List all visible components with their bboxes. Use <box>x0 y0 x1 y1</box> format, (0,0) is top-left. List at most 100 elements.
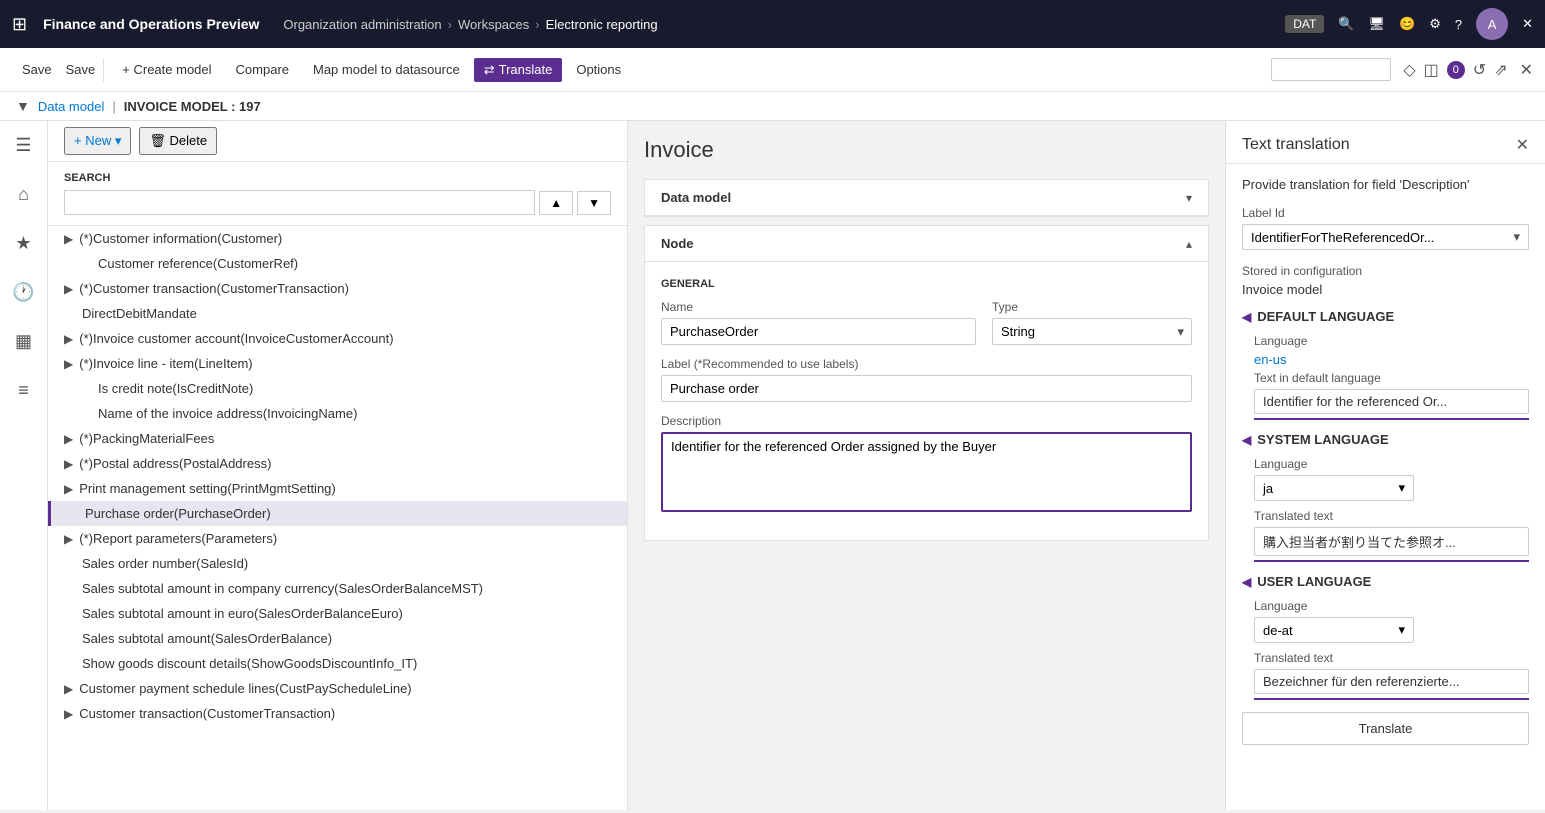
default-language-section-header[interactable]: ◀ DEFAULT LANGUAGE <box>1242 309 1529 324</box>
popup-icon[interactable]: ◫ <box>1424 60 1439 80</box>
toolbar-search-input[interactable] <box>1271 58 1391 81</box>
tree-item-invoicing-name[interactable]: Name of the invoice address(InvoicingNam… <box>48 401 627 426</box>
notification-badge[interactable]: 0 <box>1447 61 1465 79</box>
system-lang-label: Language <box>1254 457 1529 471</box>
env-badge: DAT <box>1285 15 1324 33</box>
tree-item-cust-payment-sched[interactable]: ▶ Customer payment schedule lines(CustPa… <box>48 676 627 701</box>
settings-icon[interactable]: ⚙ <box>1429 16 1441 32</box>
translate-submit-button[interactable]: Translate <box>1242 712 1529 745</box>
tree-item-sales-subtotal-euro[interactable]: Sales subtotal amount in euro(SalesOrder… <box>48 601 627 626</box>
type-select[interactable]: String <box>992 318 1192 345</box>
emoji-icon[interactable]: 😊 <box>1399 16 1415 32</box>
expand-icon[interactable]: ⇗ <box>1494 60 1507 80</box>
breadcrumb-org[interactable]: Organization administration <box>283 17 441 32</box>
help-icon[interactable]: ? <box>1455 17 1462 32</box>
name-input[interactable] <box>661 318 976 345</box>
tree-item-sales-order-number[interactable]: Sales order number(SalesId) <box>48 551 627 576</box>
user-language-body: Language de-at ▾ Translated text Bezeich… <box>1242 599 1529 700</box>
search-up-button[interactable]: ▲ <box>539 191 573 215</box>
search-icon[interactable]: 🔍 <box>1338 16 1354 32</box>
search-input[interactable] <box>64 190 535 215</box>
toolbar-separator-1 <box>103 58 104 82</box>
search-row: ▲ ▼ <box>64 190 611 215</box>
home-icon[interactable]: ⌂ <box>12 178 35 211</box>
tree-item-customer-ref[interactable]: Customer reference(CustomerRef) <box>48 251 627 276</box>
filter-icon[interactable]: ▼ <box>16 98 30 114</box>
default-lang-value[interactable]: en-us <box>1254 352 1529 367</box>
description-row: Description Identifier for the reference… <box>661 414 1192 512</box>
tree-item-customer-transaction[interactable]: ▶ (*)Customer transaction(CustomerTransa… <box>48 276 627 301</box>
expand-icon-customer-transaction: ▶ <box>64 282 73 296</box>
system-language-section-header[interactable]: ◀ SYSTEM LANGUAGE <box>1242 432 1529 447</box>
label-input[interactable] <box>661 375 1192 402</box>
close-window-icon[interactable]: ✕ <box>1522 16 1533 32</box>
user-lang-dropdown[interactable]: de-at ▾ <box>1254 617 1414 643</box>
pin-icon[interactable]: ◇ <box>1403 60 1415 80</box>
tree-item-show-goods[interactable]: Show goods discount details(ShowGoodsDis… <box>48 651 627 676</box>
breadcrumb-sep-1: › <box>448 17 452 32</box>
refresh-icon[interactable]: ↺ <box>1473 60 1486 80</box>
save-button[interactable]: Save <box>12 58 62 81</box>
search-section: SEARCH ▲ ▼ <box>48 162 627 226</box>
breadcrumb-workspaces[interactable]: Workspaces <box>458 17 529 32</box>
node-section-title: Node <box>661 236 694 251</box>
expand-icon-customer-transaction-2: ▶ <box>64 707 73 721</box>
create-model-button[interactable]: + Create model <box>112 58 221 81</box>
toolbar: Save Save + Create model Compare Map mod… <box>0 48 1545 92</box>
description-field: Description Identifier for the reference… <box>661 414 1192 512</box>
translation-panel-close-icon[interactable]: ✕ <box>1516 135 1529 155</box>
data-model-section-header[interactable]: Data model ▾ <box>645 180 1208 216</box>
recent-icon[interactable]: 🕐 <box>6 276 40 309</box>
toolbar-right-icons: ◇ ◫ 0 ↺ ⇗ ✕ <box>1403 60 1533 80</box>
tree-item-purchase-order[interactable]: Purchase order(PurchaseOrder) <box>48 501 627 526</box>
tree-panel: + + New New ▾ 🗑 Delete SEARCH ▲ ▼ ▶ (*)C… <box>48 121 628 810</box>
tree-item-print-management[interactable]: ▶ Print management setting(PrintMgmtSett… <box>48 476 627 501</box>
tree-item-postal-address[interactable]: ▶ (*)Postal address(PostalAddress) <box>48 451 627 476</box>
type-select-wrapper: String ▾ <box>992 318 1192 345</box>
tree-item-invoice-line[interactable]: ▶ (*)Invoice line - item(LineItem) <box>48 351 627 376</box>
tree-item-invoice-customer-account[interactable]: ▶ (*)Invoice customer account(InvoiceCus… <box>48 326 627 351</box>
description-label: Description <box>661 414 1192 428</box>
options-button[interactable]: Options <box>566 58 631 81</box>
data-model-link[interactable]: Data model <box>38 99 104 114</box>
expand-icon-report: ▶ <box>64 532 73 546</box>
translate-button[interactable]: ⇄ Translate <box>474 58 563 82</box>
expand-icon-invoice-account: ▶ <box>64 332 73 346</box>
tree-item-customer-info[interactable]: ▶ (*)Customer information(Customer) <box>48 226 627 251</box>
tree-item-sales-subtotal[interactable]: Sales subtotal amount(SalesOrderBalance) <box>48 626 627 651</box>
tree-item-customer-transaction-2[interactable]: ▶ Customer transaction(CustomerTransacti… <box>48 701 627 726</box>
translate-label: Translate <box>499 62 553 77</box>
system-language-label: SYSTEM LANGUAGE <box>1257 432 1388 447</box>
delete-button[interactable]: 🗑 Delete <box>139 127 217 155</box>
map-model-button[interactable]: Map model to datasource <box>303 58 470 81</box>
node-section-header[interactable]: Node ▴ <box>645 226 1208 262</box>
bookmark-icon[interactable]: ★ <box>9 227 37 260</box>
user-avatar[interactable]: A <box>1476 8 1508 40</box>
user-language-section-header[interactable]: ◀ USER LANGUAGE <box>1242 574 1529 589</box>
system-translated-value: 購入担当者が割り当てた参照オ... <box>1254 527 1529 556</box>
new-button[interactable]: + + New New ▾ <box>64 127 131 155</box>
app-grid-icon[interactable]: ⊞ <box>12 14 27 35</box>
translation-subtitle: Provide translation for field 'Descripti… <box>1242 176 1529 194</box>
label-id-dropdown[interactable]: IdentifierForTheReferencedOr... ▾ <box>1242 224 1529 250</box>
panel-title: Invoice <box>644 137 1209 163</box>
breadcrumb-electronic-reporting[interactable]: Electronic reporting <box>546 17 658 32</box>
tree-item-sales-subtotal-mst[interactable]: Sales subtotal amount in company currenc… <box>48 576 627 601</box>
compare-button[interactable]: Compare <box>226 58 299 81</box>
system-lang-dropdown[interactable]: ja ▾ <box>1254 475 1414 501</box>
tree-item-report-params[interactable]: ▶ (*)Report parameters(Parameters) <box>48 526 627 551</box>
panel-close-icon[interactable]: ✕ <box>1520 60 1533 80</box>
chat-icon[interactable]: 🖥 <box>1369 16 1386 32</box>
top-nav: ⊞ Finance and Operations Preview Organiz… <box>0 0 1545 48</box>
expand-icon-packing: ▶ <box>64 432 73 446</box>
tree-item-is-credit-note[interactable]: Is credit note(IsCreditNote) <box>48 376 627 401</box>
search-down-button[interactable]: ▼ <box>577 191 611 215</box>
main-layout: ☰ ⌂ ★ 🕐 ▦ ≡ + + New New ▾ 🗑 Delete SEARC… <box>0 121 1545 810</box>
tree-item-packing-material[interactable]: ▶ (*)PackingMaterialFees <box>48 426 627 451</box>
hamburger-icon[interactable]: ☰ <box>9 129 37 162</box>
system-lang-underline <box>1254 560 1529 562</box>
description-textarea[interactable]: Identifier for the referenced Order assi… <box>661 432 1192 512</box>
tree-item-direct-debit[interactable]: DirectDebitMandate <box>48 301 627 326</box>
dashboard-icon[interactable]: ▦ <box>9 325 38 358</box>
list-icon[interactable]: ≡ <box>12 374 35 407</box>
